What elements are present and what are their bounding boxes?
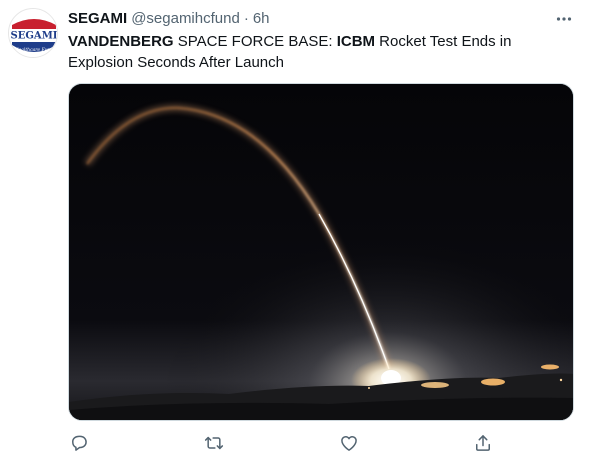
reply-button[interactable] — [68, 432, 90, 454]
author-avatar[interactable]: SEGAMI Healthcare Fund — [8, 8, 58, 58]
author-name[interactable]: SEGAMI — [68, 10, 127, 27]
more-options-button[interactable] — [554, 9, 574, 29]
heart-icon — [341, 436, 357, 451]
rocket-launch-photo — [69, 84, 573, 420]
share-icon — [476, 435, 490, 451]
tweet-text-bold-1: VANDENBERG — [68, 33, 174, 50]
tweet-text-bold-2: ICBM — [336, 33, 376, 50]
avatar-top-text: SEGAMI — [11, 31, 58, 42]
tweet-text: VANDENBERG SPACE FORCE BASE: ICBM Rocket… — [68, 31, 578, 73]
retweet-button[interactable] — [203, 432, 225, 454]
segami-logo-icon: SEGAMI Healthcare Fund — [9, 9, 58, 57]
tweet-timestamp[interactable]: 6h — [253, 10, 270, 27]
tweet-header: SEGAMI @segamihcfund · 6h — [68, 8, 270, 28]
reply-icon — [72, 435, 87, 451]
retweet-icon — [204, 436, 224, 450]
tweet-text-part-2: SPACE FORCE BASE: — [173, 33, 337, 50]
tweet-media-photo[interactable] — [68, 83, 574, 421]
tweet-card[interactable]: SEGAMI Healthcare Fund SEGAMI @segamihcf… — [0, 0, 589, 464]
tweet-actions — [68, 432, 574, 454]
header-separator: · — [243, 9, 249, 27]
avatar-bottom-text: Healthcare Fund — [14, 47, 54, 53]
more-icon — [556, 17, 572, 21]
author-handle[interactable]: @segamihcfund — [131, 10, 240, 27]
like-button[interactable] — [338, 432, 360, 454]
share-button[interactable] — [472, 432, 494, 454]
